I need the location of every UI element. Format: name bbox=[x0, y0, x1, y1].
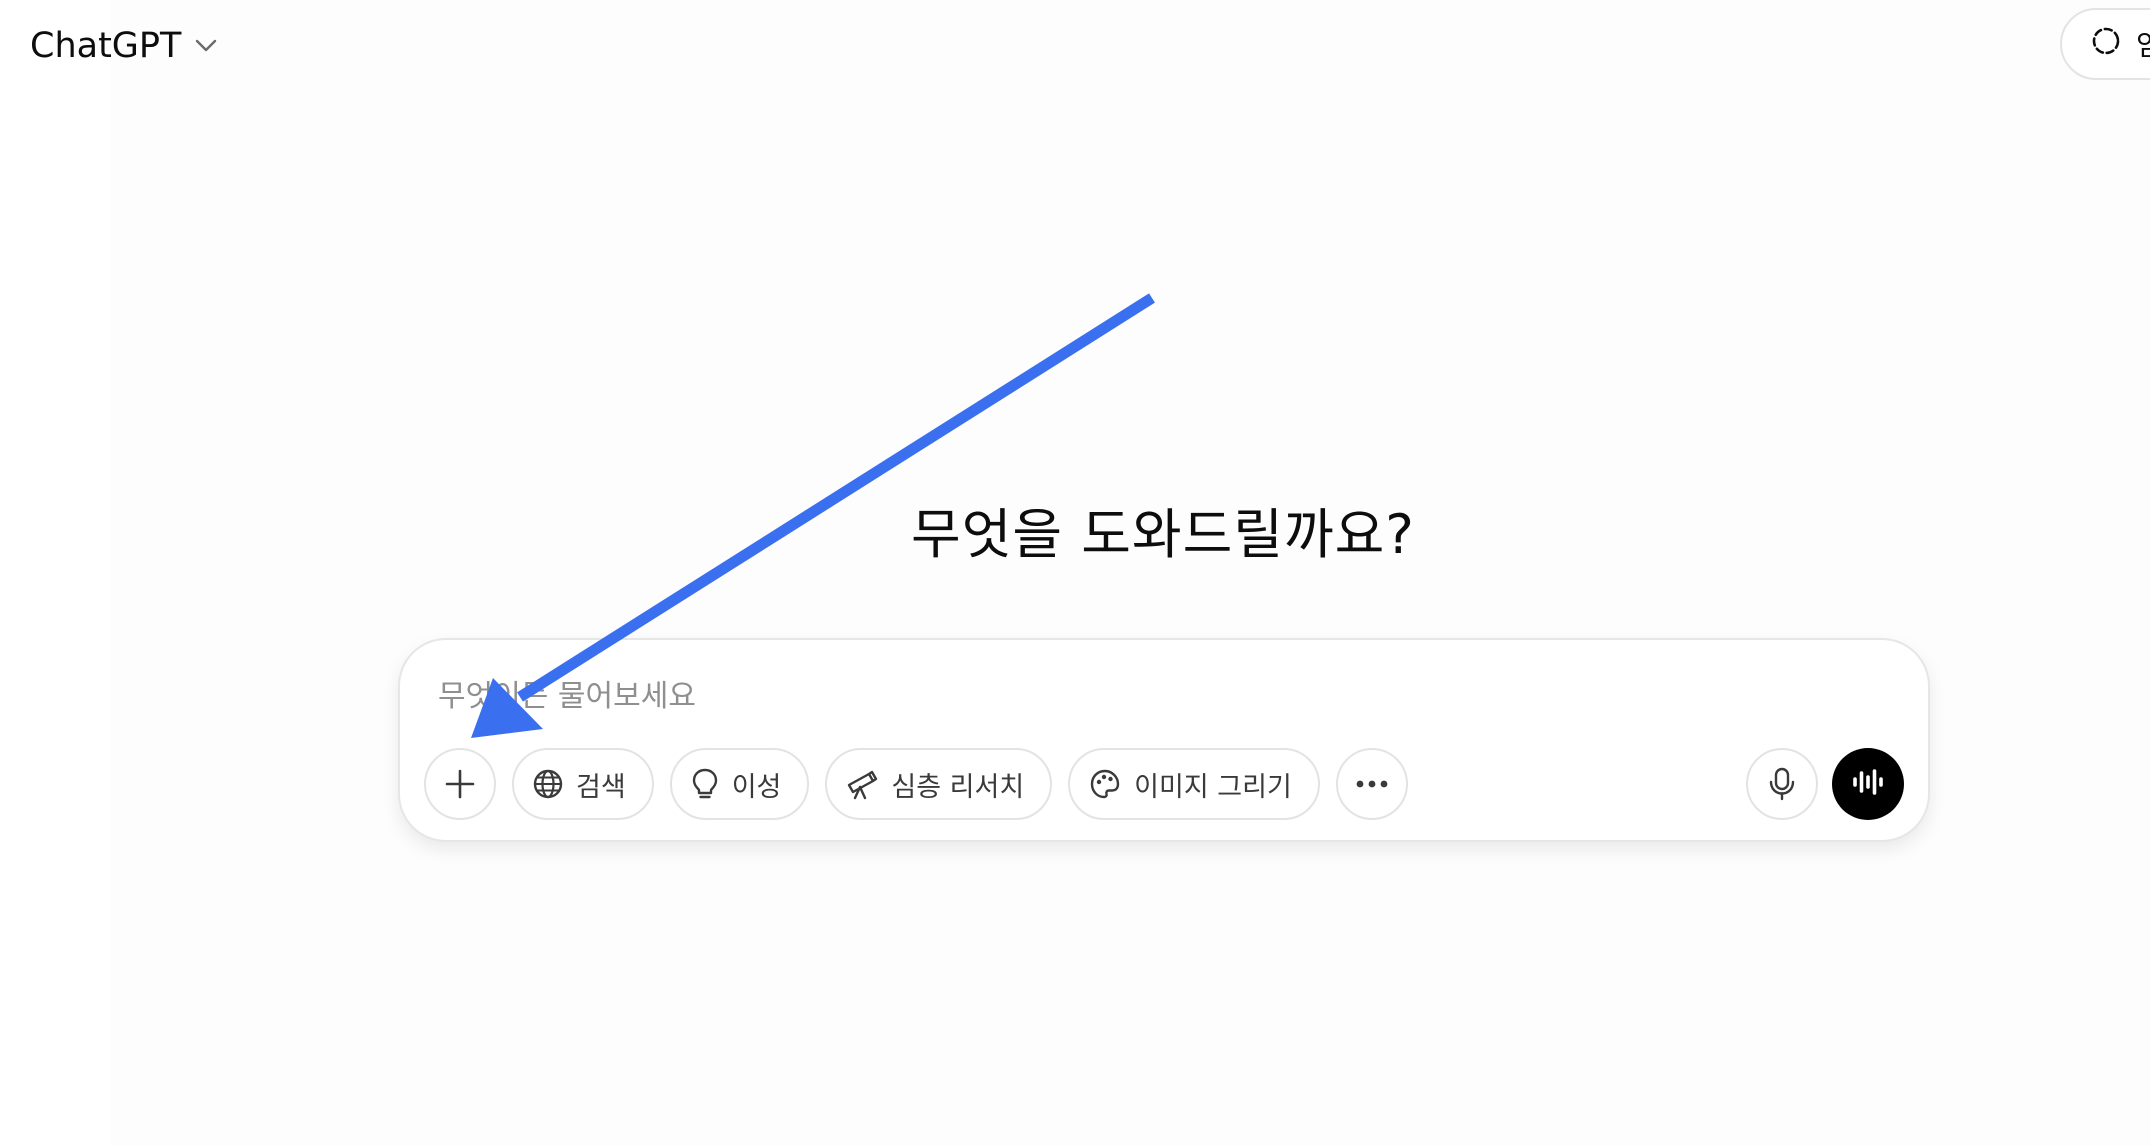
search-tool-button[interactable]: 검색 bbox=[512, 748, 654, 820]
reason-tool-label: 이성 bbox=[731, 771, 782, 803]
lightbulb-icon bbox=[690, 767, 720, 801]
chevron-down-icon bbox=[195, 39, 217, 53]
composer-right-tools bbox=[1746, 748, 1904, 820]
prompt-composer: 검색 이성 심층 리서치 이미지 그리기 bbox=[398, 638, 1930, 842]
main-area bbox=[110, 0, 2150, 1146]
plus-icon bbox=[443, 767, 477, 801]
temporary-chat-button[interactable]: 임시 bbox=[2060, 8, 2150, 80]
reason-tool-button[interactable]: 이성 bbox=[669, 748, 810, 820]
voice-mode-button[interactable] bbox=[1832, 748, 1904, 820]
model-switcher[interactable]: ChatGPT bbox=[30, 18, 217, 74]
dictate-button[interactable] bbox=[1746, 748, 1818, 820]
model-name: ChatGPT bbox=[30, 26, 182, 66]
ellipsis-icon bbox=[1355, 779, 1389, 789]
chatgpt-page: ChatGPT 임시 무엇을 도와드릴까요? 검색 bbox=[0, 0, 2150, 1146]
search-tool-label: 검색 bbox=[576, 771, 626, 803]
microphone-icon bbox=[1768, 766, 1796, 802]
voice-waveform-icon bbox=[1851, 767, 1885, 801]
image-tool-label: 이미지 그리기 bbox=[1134, 771, 1292, 803]
dashed-circle-icon bbox=[2090, 25, 2122, 64]
more-tools-button[interactable] bbox=[1335, 748, 1408, 820]
image-tool-button[interactable]: 이미지 그리기 bbox=[1068, 748, 1320, 820]
prompt-input[interactable] bbox=[436, 670, 1740, 722]
deep-research-tool-label: 심층 리서치 bbox=[891, 771, 1025, 803]
palette-icon bbox=[1088, 767, 1122, 801]
telescope-icon bbox=[845, 767, 879, 801]
globe-icon bbox=[532, 768, 564, 800]
greeting-heading: 무엇을 도와드릴까요? bbox=[911, 503, 1415, 566]
add-attachment-button[interactable] bbox=[424, 748, 496, 820]
composer-tool-row: 검색 이성 심층 리서치 이미지 그리기 bbox=[424, 748, 1408, 820]
temporary-chat-label: 임시 bbox=[2136, 24, 2150, 64]
deep-research-tool-button[interactable]: 심층 리서치 bbox=[825, 748, 1053, 820]
